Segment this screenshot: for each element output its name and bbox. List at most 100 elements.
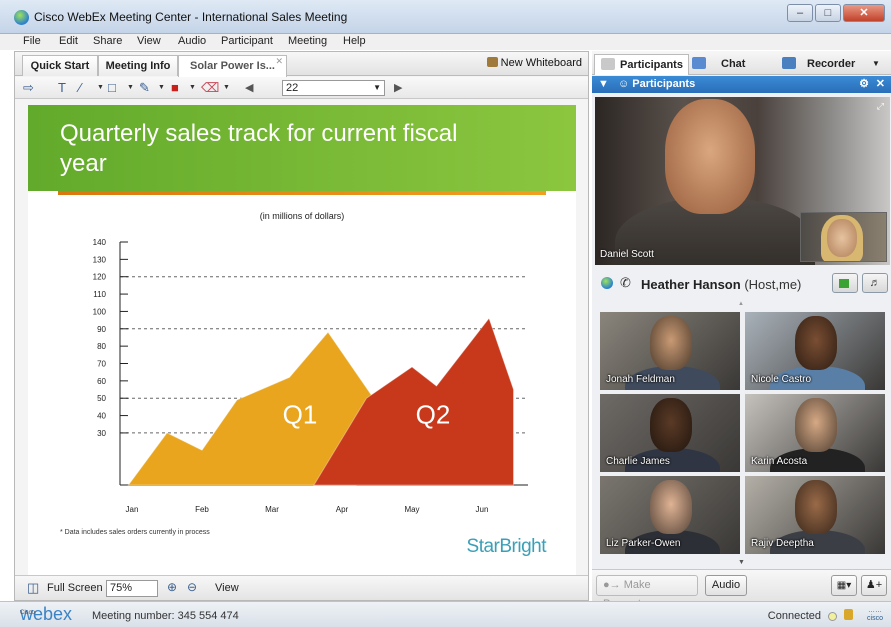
slide-title: Quarterly sales track for current fiscal… bbox=[60, 120, 458, 177]
font-size-value: 22 bbox=[286, 82, 299, 94]
line-tool-icon[interactable]: ∕ bbox=[79, 80, 81, 96]
sales-chart: (in millions of dollars) 30 40 50 60 70 80 90 10… bbox=[93, 211, 528, 514]
scroll-down-icon[interactable]: ▼ bbox=[738, 559, 745, 566]
participant-face bbox=[650, 480, 692, 534]
host-name: Heather Hanson (Host,me) bbox=[641, 277, 801, 292]
tab-recorder[interactable]: Recorder ▼ bbox=[782, 54, 886, 75]
layout-view-button[interactable]: ▦▾ bbox=[831, 575, 857, 596]
zoom-level-input[interactable]: 75% bbox=[106, 580, 158, 597]
tab-recorder-label: Recorder bbox=[807, 58, 856, 70]
view-button[interactable]: View bbox=[215, 582, 239, 594]
menu-view[interactable]: View bbox=[137, 35, 161, 47]
gear-icon[interactable]: ⚙ bbox=[859, 76, 869, 93]
slide-header: Quarterly sales track for current fiscal… bbox=[28, 105, 576, 191]
rectangle-tool-icon[interactable]: □ bbox=[108, 80, 116, 96]
window-controls: – □ ✕ bbox=[787, 4, 885, 22]
previous-page-icon[interactable]: ◀ bbox=[245, 80, 253, 96]
pointer-arrow-icon[interactable]: ⇨ bbox=[23, 80, 34, 96]
next-page-icon[interactable]: ▶ bbox=[394, 80, 402, 96]
chat-icon bbox=[692, 57, 706, 69]
maximize-button[interactable]: □ bbox=[815, 4, 841, 22]
participant-name: Charlie James bbox=[606, 456, 670, 467]
y-tick-label: 110 bbox=[93, 290, 106, 299]
series-label: Q2 bbox=[416, 400, 451, 430]
participant-tile[interactable]: Rajiv Deeptha bbox=[745, 476, 885, 554]
collapse-icon[interactable]: ▼ bbox=[598, 78, 609, 90]
text-tool-icon[interactable]: T bbox=[58, 80, 66, 96]
window-title: Cisco WebEx Meeting Center - Internation… bbox=[34, 10, 348, 24]
participant-tile[interactable]: Charlie James bbox=[600, 394, 740, 472]
participants-icon bbox=[601, 58, 615, 70]
connection-indicator-icon bbox=[828, 612, 837, 621]
audio-button[interactable]: Audio bbox=[705, 575, 747, 596]
phone-icon: ✆ bbox=[620, 275, 631, 290]
content-viewer: Quick Start Meeting Info Solar Power Is.… bbox=[14, 51, 589, 601]
participant-face bbox=[795, 316, 837, 370]
y-tick-label: 90 bbox=[97, 325, 106, 334]
tab-chat-label: Chat bbox=[721, 58, 746, 70]
menu-help[interactable]: Help bbox=[343, 35, 366, 47]
status-bar: Cisco webex Meeting number: 345 554 474 … bbox=[0, 601, 891, 627]
menu-participant[interactable]: Participant bbox=[221, 35, 273, 47]
tab-meeting-info[interactable]: Meeting Info bbox=[98, 55, 178, 76]
meeting-number: Meeting number: 345 554 474 bbox=[92, 610, 239, 622]
active-speaker-name: Daniel Scott bbox=[600, 249, 654, 260]
participant-name: Jonah Feldman bbox=[606, 374, 675, 385]
tab-chat[interactable]: Chat bbox=[692, 54, 772, 75]
tab-quick-start[interactable]: Quick Start bbox=[22, 55, 98, 76]
content-tabs: Quick Start Meeting Info Solar Power Is.… bbox=[15, 52, 588, 77]
pen-dropdown-icon[interactable]: ▼ bbox=[158, 80, 165, 96]
menu-edit[interactable]: Edit bbox=[59, 35, 78, 47]
zoom-in-icon[interactable]: ⊕ bbox=[167, 580, 177, 594]
x-tick-label: Mar bbox=[265, 505, 279, 514]
self-view-video bbox=[800, 212, 887, 262]
tab-participants[interactable]: Participants bbox=[594, 54, 689, 75]
menu-share[interactable]: Share bbox=[93, 35, 122, 47]
full-screen-button[interactable]: Full Screen bbox=[47, 582, 103, 594]
y-tick-label: 70 bbox=[97, 360, 106, 369]
eraser-dropdown-icon[interactable]: ▼ bbox=[223, 80, 230, 96]
host-role: (Host,me) bbox=[744, 277, 802, 292]
chart-subtitle: (in millions of dollars) bbox=[260, 211, 345, 221]
participant-tile[interactable]: Liz Parker-Owen bbox=[600, 476, 740, 554]
expand-video-icon[interactable]: ⤢ bbox=[877, 101, 884, 112]
color-picker-icon[interactable]: ■ bbox=[171, 80, 179, 96]
invite-participant-button[interactable]: ♟+ bbox=[861, 575, 887, 596]
make-presenter-button[interactable]: ●→ Make Presenter bbox=[596, 575, 698, 610]
close-button[interactable]: ✕ bbox=[843, 4, 885, 22]
scroll-up-icon[interactable]: ▲ bbox=[738, 301, 744, 307]
participant-name: Nicole Castro bbox=[751, 374, 812, 385]
cisco-logo-text: cisco bbox=[867, 615, 883, 622]
minimize-button[interactable]: – bbox=[787, 4, 813, 22]
full-screen-icon[interactable]: ◫ bbox=[27, 580, 39, 596]
eraser-tool-icon[interactable]: ⌫ bbox=[201, 80, 219, 96]
close-panel-icon[interactable]: ✕ bbox=[876, 76, 885, 93]
starbright-logo: StarBright bbox=[466, 536, 547, 557]
participants-header-icon: ☺ bbox=[617, 78, 630, 90]
speaker-face bbox=[665, 99, 755, 214]
new-whiteboard-button[interactable]: New Whiteboard bbox=[486, 57, 582, 69]
menu-audio[interactable]: Audio bbox=[178, 35, 206, 47]
menu-meeting[interactable]: Meeting bbox=[288, 35, 327, 47]
pen-tool-icon[interactable]: ✎ bbox=[139, 80, 150, 96]
tab-solar-power[interactable]: Solar Power Is... ✕ bbox=[178, 55, 287, 77]
microphone-icon: ♬ bbox=[869, 277, 881, 289]
mute-button[interactable]: ♬ bbox=[862, 273, 888, 293]
y-tick-label: 140 bbox=[93, 238, 107, 247]
line-dropdown-icon[interactable]: ▼ bbox=[97, 80, 104, 96]
window-titlebar: Cisco WebEx Meeting Center - Internation… bbox=[0, 0, 891, 34]
presenter-ball-icon: ●→ bbox=[603, 579, 621, 591]
color-dropdown-icon[interactable]: ▼ bbox=[189, 80, 196, 96]
participant-tile[interactable]: Karin Acosta bbox=[745, 394, 885, 472]
participant-tile[interactable]: Jonah Feldman bbox=[600, 312, 740, 390]
menu-file[interactable]: File bbox=[23, 35, 41, 47]
participants-panel: Participants Chat Recorder ▼ ▼ ☺ Partici… bbox=[592, 51, 891, 610]
y-tick-label: 30 bbox=[97, 429, 106, 438]
font-size-select[interactable]: 22 ▼ bbox=[282, 80, 385, 96]
chevron-down-icon[interactable]: ▼ bbox=[872, 54, 880, 74]
zoom-out-icon[interactable]: ⊖ bbox=[187, 580, 197, 594]
tab-close-icon[interactable]: ✕ bbox=[275, 51, 283, 71]
participant-tile[interactable]: Nicole Castro bbox=[745, 312, 885, 390]
video-camera-button[interactable] bbox=[832, 273, 858, 293]
shape-dropdown-icon[interactable]: ▼ bbox=[127, 80, 134, 96]
